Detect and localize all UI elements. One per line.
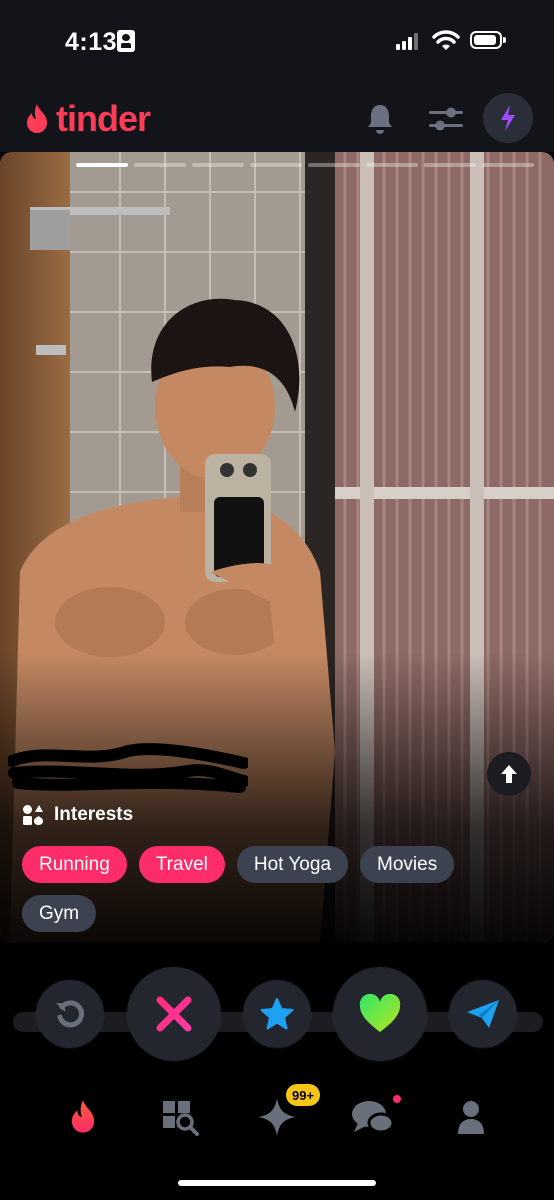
like-button[interactable] [333, 967, 427, 1061]
tab-discover[interactable] [58, 1092, 108, 1142]
redacted-name-scribble [8, 743, 248, 793]
interest-chip: Travel [138, 846, 225, 883]
photo-indicator[interactable] [250, 163, 302, 167]
interest-chip: Running [22, 846, 127, 883]
photo-indicator[interactable] [308, 163, 360, 167]
lightning-icon [501, 105, 515, 131]
photo-indicator[interactable] [76, 163, 128, 167]
photo-indicator[interactable] [424, 163, 476, 167]
paper-plane-icon [467, 1000, 499, 1028]
tab-profile[interactable] [446, 1092, 496, 1142]
interest-chips: Running Travel Hot Yoga Movies Gym [22, 846, 522, 932]
interests-icon [23, 805, 43, 825]
profile-card[interactable]: Interests Running Travel Hot Yoga Movies… [0, 152, 554, 942]
status-bar: 4:13 [0, 0, 554, 88]
open-profile-button[interactable] [487, 752, 531, 796]
interest-chip: Hot Yoga [236, 846, 349, 883]
rewind-button[interactable] [36, 980, 104, 1048]
status-time: 4:13 [65, 28, 118, 56]
contact-card-icon [117, 30, 135, 52]
filters-button[interactable] [421, 94, 471, 144]
super-like-button[interactable] [243, 980, 311, 1048]
interests-label: Interests [54, 804, 134, 825]
home-indicator [178, 1180, 376, 1186]
tab-messages[interactable] [348, 1092, 398, 1142]
profile-icon [458, 1101, 484, 1134]
arrow-up-icon [501, 765, 517, 783]
flame-logo-icon [27, 104, 47, 133]
tinder-logo: tinder [22, 98, 151, 140]
bell-icon [368, 105, 392, 134]
heart-icon [359, 994, 401, 1032]
top-picks-badge: 99+ [286, 1084, 321, 1106]
wifi-icon [432, 30, 460, 50]
explore-icon [163, 1101, 199, 1136]
notifications-button[interactable] [355, 94, 405, 144]
boost-button[interactable] [483, 93, 533, 143]
swipe-actions [0, 942, 554, 1072]
tab-explore[interactable] [155, 1092, 205, 1142]
send-button[interactable] [449, 980, 517, 1048]
star-icon [260, 998, 294, 1030]
photo-indicator[interactable] [366, 163, 418, 167]
rewind-icon [56, 1000, 85, 1028]
app-header: tinder [0, 88, 554, 152]
interests-header: Interests [22, 804, 133, 826]
interest-chip: Gym [22, 895, 97, 932]
photo-indicator[interactable] [482, 163, 534, 167]
interest-chip: Movies [360, 846, 455, 883]
photo-indicator[interactable] [134, 163, 186, 167]
battery-icon [470, 31, 506, 49]
chat-icon [352, 1101, 395, 1134]
app-name: tinder [56, 98, 151, 139]
nope-button[interactable] [127, 967, 221, 1061]
photo-progress [76, 163, 534, 167]
sliders-icon [429, 107, 463, 131]
nope-icon [156, 996, 192, 1032]
messages-unread-dot [393, 1095, 401, 1103]
photo-indicator[interactable] [192, 163, 244, 167]
flame-icon [71, 1100, 95, 1133]
